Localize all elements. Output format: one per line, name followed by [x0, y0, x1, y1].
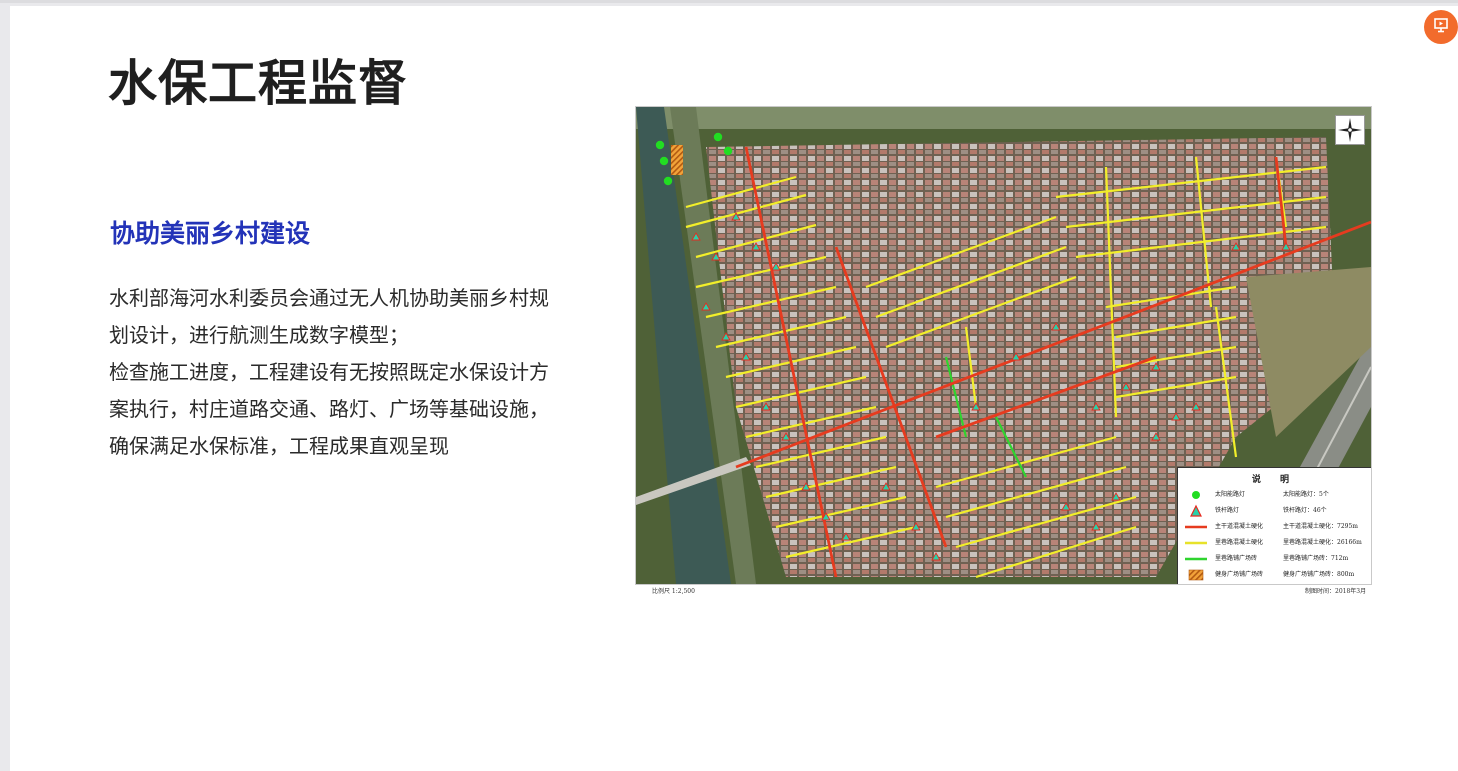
- map-legend: 说 明 太阳能路灯 太阳能路灯：5个 铁杆路灯 铁杆路灯：46个 主干道混凝土硬…: [1177, 467, 1371, 584]
- hatch-box-icon: [1184, 568, 1208, 582]
- body-line: 划设计，进行航测生成数字模型；: [109, 323, 409, 347]
- body-line: 水利部海河水利委员会通过无人机协助美丽乡村规: [109, 286, 549, 310]
- red-line-icon: [1184, 520, 1208, 534]
- window-top-border: [0, 0, 1458, 3]
- legend-row: 主干道混凝土硬化 主干道混凝土硬化：7295m: [1182, 520, 1368, 534]
- legend-row: 里巷路铺广场砖 里巷路铺广场砖：712m: [1182, 552, 1368, 566]
- slideshow-button[interactable]: [1424, 10, 1458, 44]
- slideshow-icon: [1432, 16, 1450, 38]
- legend-value: 里巷路混凝土硬化：26166m: [1283, 539, 1362, 546]
- body-line: 确保满足水保标准，工程成果直观呈现: [109, 434, 449, 458]
- legend-label: 主干道混凝土硬化: [1215, 523, 1264, 530]
- legend-label: 里巷路混凝土硬化: [1215, 539, 1264, 546]
- legend-value: 主干道混凝土硬化：7295m: [1283, 523, 1358, 530]
- green-dot-icon: [1184, 488, 1208, 502]
- legend-label: 里巷路铺广场砖: [1215, 555, 1258, 562]
- legend-row: 里巷路混凝土硬化 里巷路混凝土硬化：26166m: [1182, 536, 1368, 550]
- slide-body: 水利部海河水利委员会通过无人机协助美丽乡村规 划设计，进行航测生成数字模型； 检…: [109, 280, 589, 465]
- map-date-text: 制图时间：2018年3月: [1305, 588, 1367, 595]
- legend-label: 铁杆路灯: [1215, 507, 1240, 514]
- plaza-hatch: [671, 145, 683, 175]
- slide-subtitle: 协助美丽乡村建设: [110, 219, 311, 248]
- legend-title: 说 明: [1251, 475, 1298, 485]
- aerial-village-map: 说 明 太阳能路灯 太阳能路灯：5个 铁杆路灯 铁杆路灯：46个 主干道混凝土硬…: [635, 106, 1372, 585]
- solar-lamp-marker: [659, 156, 669, 166]
- yellow-line-icon: [1184, 536, 1208, 550]
- legend-row: 太阳能路灯 太阳能路灯：5个: [1182, 488, 1368, 502]
- triangle-icon: [1184, 504, 1208, 518]
- legend-label: 健身广场铺广场砖: [1215, 571, 1264, 578]
- map-scale-text: 比例尺 1:2,500: [652, 588, 695, 595]
- solar-lamp-marker: [663, 176, 673, 186]
- legend-value: 太阳能路灯：5个: [1283, 491, 1329, 498]
- compass-icon: [1335, 115, 1365, 145]
- legend-row: 健身广场铺广场砖 健身广场铺广场砖：800m: [1182, 568, 1368, 582]
- legend-label: 太阳能路灯: [1215, 491, 1246, 498]
- solar-lamp-marker: [713, 132, 723, 142]
- body-line: 检查施工进度，工程建设有无按照既定水保设计方: [109, 360, 549, 384]
- legend-row: 铁杆路灯 铁杆路灯：46个: [1182, 504, 1368, 518]
- slide-title: 水保工程监督: [108, 55, 409, 112]
- body-line: 案执行，村庄道路交通、路灯、广场等基础设施，: [109, 397, 549, 421]
- green-line-icon: [1184, 552, 1208, 566]
- legend-value: 健身广场铺广场砖：800m: [1283, 571, 1355, 578]
- legend-value: 铁杆路灯：46个: [1283, 507, 1327, 514]
- solar-lamp-marker: [655, 140, 665, 150]
- legend-value: 里巷路铺广场砖：712m: [1283, 555, 1349, 562]
- slide-canvas: 水保工程监督 协助美丽乡村建设 水利部海河水利委员会通过无人机协助美丽乡村规 划…: [10, 6, 1458, 771]
- solar-lamp-marker: [723, 146, 733, 156]
